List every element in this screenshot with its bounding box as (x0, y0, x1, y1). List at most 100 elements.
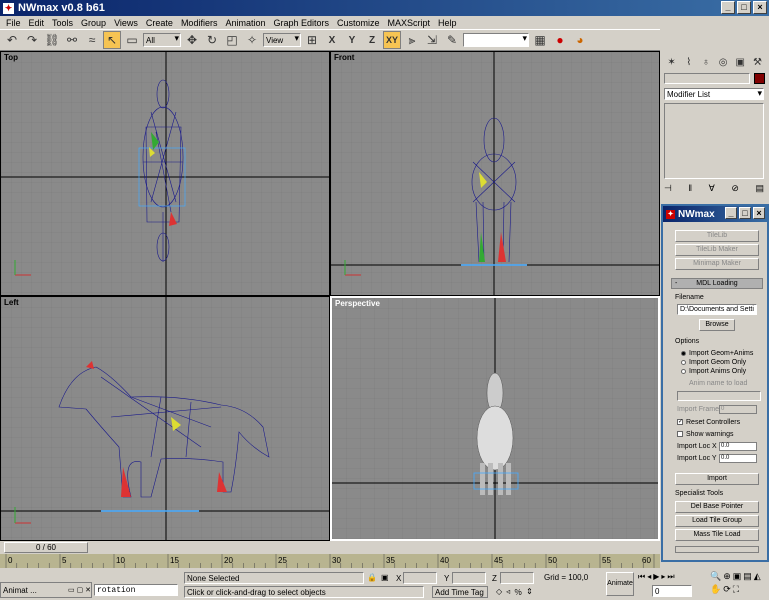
select-and-link-icon[interactable]: ⛓ (43, 31, 61, 49)
menu-modifiers[interactable]: Modifiers (177, 18, 222, 28)
modifier-stack[interactable] (664, 103, 764, 179)
close-button[interactable]: × (753, 1, 767, 14)
zoom-extents-all-icon[interactable]: ▤ (743, 571, 752, 582)
object-name-field[interactable] (664, 73, 750, 84)
material-editor-icon[interactable]: ● (551, 31, 569, 49)
motion-tab-icon[interactable]: ◎ (716, 53, 731, 71)
modify-tab-icon[interactable]: ⌇ (681, 53, 696, 71)
viewport-label-front[interactable]: Front (334, 53, 354, 62)
viewport-front[interactable]: Front (330, 51, 660, 296)
animat-taskbar-item[interactable]: Animat ... ▭ ▢ ✕ (0, 582, 92, 598)
track-bar[interactable]: 0 5 10 15 20 25 30 35 40 45 50 55 60 (0, 554, 660, 568)
modifier-list-dropdown[interactable]: Modifier List (664, 88, 764, 100)
import-frame-spinner[interactable]: 0 (719, 405, 757, 414)
bind-space-warp-icon[interactable]: ≈ (83, 31, 101, 49)
viewport-perspective[interactable]: Perspective (330, 296, 660, 541)
show-warnings-checkbox[interactable]: Show warnings (677, 431, 733, 438)
radio-import-geom-anims[interactable]: Import Geom+Anims (681, 350, 753, 357)
menu-animation[interactable]: Animation (221, 18, 269, 28)
reset-controllers-checkbox[interactable]: ✓ Reset Controllers (677, 419, 740, 426)
restrict-xy-button[interactable]: XY (383, 31, 401, 49)
zoom-extents-icon[interactable]: ▣ (733, 571, 742, 582)
play-icon[interactable]: ▶ (653, 572, 659, 582)
undo-icon[interactable]: ↶ (3, 31, 21, 49)
time-slider-thumb[interactable]: 0 / 60 (4, 542, 88, 553)
named-selection-icon[interactable]: ✎ (443, 31, 461, 49)
filename-field[interactable]: D:\Documents and Setti (677, 304, 757, 315)
menu-help[interactable]: Help (434, 18, 461, 28)
unlink-icon[interactable]: ⚯ (63, 31, 81, 49)
viewport-top[interactable]: Top (0, 51, 330, 296)
radio-import-geom-only[interactable]: Import Geom Only (681, 359, 746, 366)
select-by-name-icon[interactable]: ▭ (123, 31, 141, 49)
select-object-icon[interactable]: ↖ (103, 31, 121, 49)
utilities-tab-icon[interactable]: ⚒ (750, 53, 765, 71)
maximize-viewport-icon[interactable]: ⛶ (733, 584, 739, 595)
hierarchy-tab-icon[interactable]: ♁ (698, 53, 713, 71)
menu-group[interactable]: Group (77, 18, 110, 28)
viewport-label-left[interactable]: Left (4, 298, 19, 307)
select-and-move-icon[interactable]: ✥ (183, 31, 201, 49)
lock-icon[interactable]: 🔒 (367, 573, 377, 582)
viewport-label-perspective[interactable]: Perspective (335, 299, 380, 308)
menu-views[interactable]: Views (110, 18, 142, 28)
angle-snap-icon[interactable]: ◃ (506, 587, 510, 598)
menu-file[interactable]: File (2, 18, 25, 28)
viewport-left[interactable]: Left (0, 296, 330, 541)
nwmax-close-button[interactable]: × (753, 207, 765, 219)
remove-modifier-icon[interactable]: ⊘ (731, 183, 739, 195)
pivot-point-icon[interactable]: ⊞ (303, 31, 321, 49)
browse-button[interactable]: Browse (699, 319, 735, 331)
minimize-button[interactable]: _ (721, 1, 735, 14)
make-unique-icon[interactable]: ∀ (709, 183, 715, 195)
select-and-scale-icon[interactable]: ◰ (223, 31, 241, 49)
nwmax-maximize-button[interactable]: □ (739, 207, 751, 219)
mirror-icon[interactable]: ⫸ (403, 31, 421, 49)
menu-edit[interactable]: Edit (25, 18, 49, 28)
del-base-pointer-button[interactable]: Del Base Pointer (675, 501, 759, 513)
percent-snap-icon[interactable]: ％ (514, 587, 522, 598)
redo-icon[interactable]: ↷ (23, 31, 41, 49)
create-tab-icon[interactable]: ✶ (664, 53, 679, 71)
menu-graph-editors[interactable]: Graph Editors (269, 18, 333, 28)
current-frame-field[interactable]: 0 (652, 585, 692, 597)
anim-name-field[interactable] (677, 391, 761, 401)
maxscript-listener[interactable]: rotation (94, 584, 178, 596)
import-button[interactable]: Import (675, 473, 759, 485)
snap-3d-icon[interactable]: ◇ (496, 587, 502, 598)
select-and-manipulate-icon[interactable]: ✧ (243, 31, 261, 49)
show-end-result-icon[interactable]: ‖ (688, 183, 692, 195)
align-icon[interactable]: ⇲ (423, 31, 441, 49)
z-coord-field[interactable] (500, 572, 534, 584)
menu-maxscript[interactable]: MAXScript (384, 18, 435, 28)
next-frame-icon[interactable]: ▸ (661, 572, 665, 582)
menu-tools[interactable]: Tools (48, 18, 77, 28)
absolute-mode-icon[interactable]: ▣ (381, 573, 389, 582)
arc-rotate-icon[interactable]: ⟳ (723, 584, 731, 595)
field-of-view-icon[interactable]: ◭ (754, 571, 761, 582)
configure-modifier-sets-icon[interactable]: ▤ (755, 183, 764, 195)
viewport-label-top[interactable]: Top (4, 53, 18, 62)
previous-frame-icon[interactable]: ◂ (647, 572, 651, 582)
restrict-y-icon[interactable]: Y (343, 31, 361, 49)
time-slider[interactable]: 0 / 60 (0, 541, 660, 554)
object-color-swatch[interactable] (754, 73, 765, 84)
render-icon[interactable]: ◕ (571, 31, 589, 49)
tilelib-button[interactable]: TileLib (675, 230, 759, 242)
mass-tile-load-button[interactable]: Mass Tile Load (675, 529, 759, 541)
load-tile-group-button[interactable]: Load Tile Group (675, 515, 759, 527)
go-to-end-icon[interactable]: ⏭ (667, 572, 674, 582)
pin-stack-icon[interactable]: ⊣ (664, 183, 672, 195)
mdl-loading-rollout[interactable]: - MDL Loading (671, 278, 763, 289)
nwmax-minimize-button[interactable]: _ (725, 207, 737, 219)
maximize-button[interactable]: □ (737, 1, 751, 14)
import-loc-y-spinner[interactable]: 0.0 (719, 454, 757, 463)
display-tab-icon[interactable]: ▣ (733, 53, 748, 71)
restrict-z-icon[interactable]: Z (363, 31, 381, 49)
restrict-x-icon[interactable]: X (323, 31, 341, 49)
select-and-rotate-icon[interactable]: ↻ (203, 31, 221, 49)
track-view-icon[interactable]: ▦ (531, 31, 549, 49)
menu-customize[interactable]: Customize (333, 18, 384, 28)
pan-icon[interactable]: ✋ (710, 584, 721, 595)
add-time-tag-button[interactable]: Add Time Tag (432, 586, 488, 598)
